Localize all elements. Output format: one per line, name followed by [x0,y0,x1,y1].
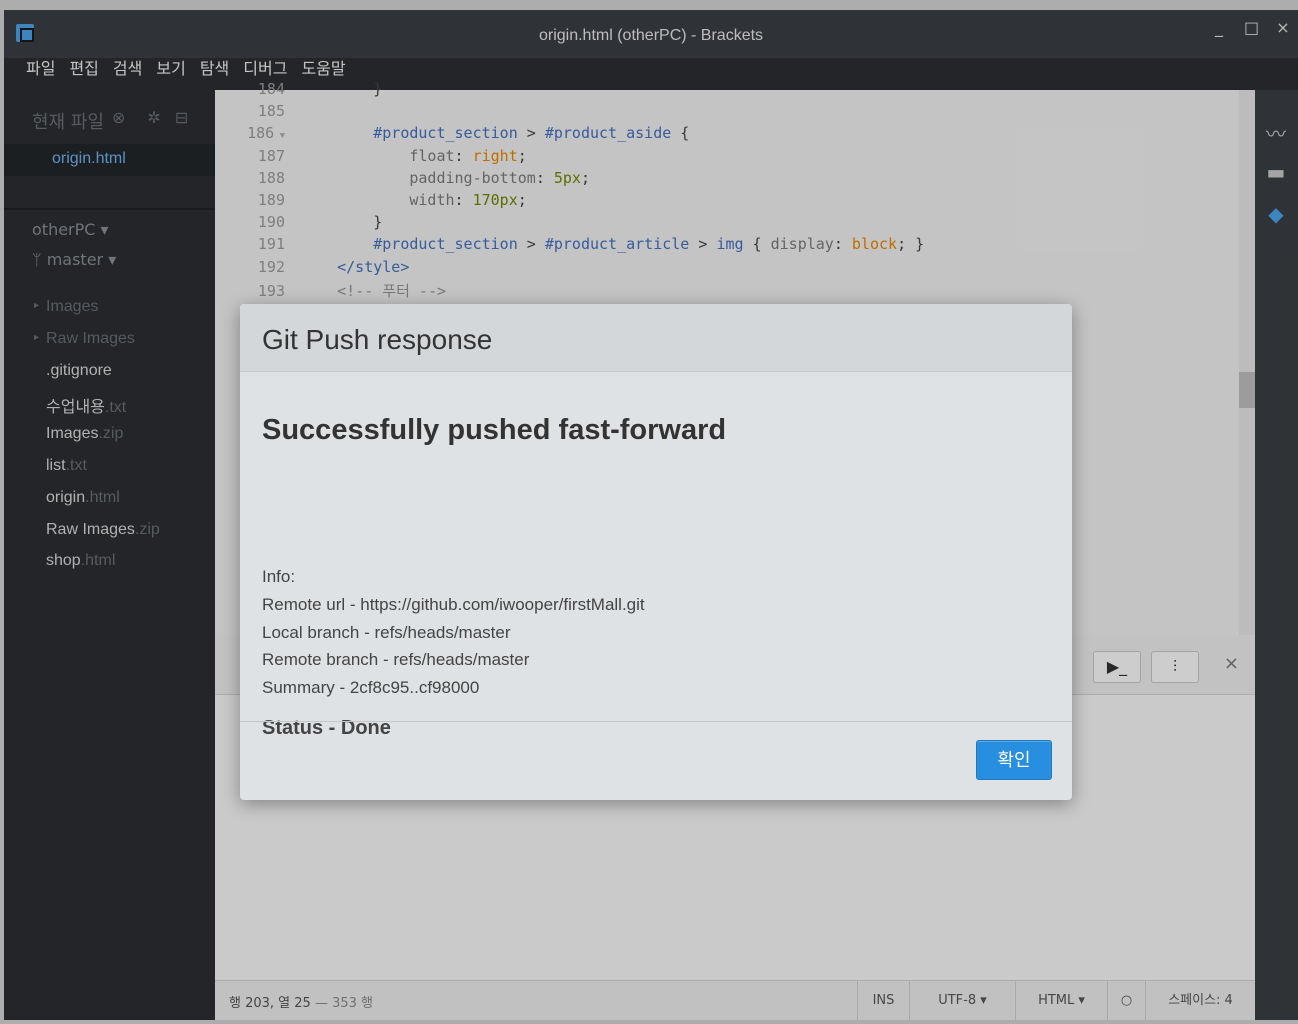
info-label: Info: [262,567,296,586]
dialog-heading: Successfully pushed fast-forward [262,414,727,446]
dialog-title: Git Push response [262,324,493,355]
push-info: Info: Remote url - https://github.com/iw… [262,567,645,706]
remote-branch: Remote branch - refs/heads/master [262,650,530,670]
summary: Summary - 2cf8c95..cf98000 [262,678,480,698]
dialog-footer: 확인 [240,721,1072,800]
git-push-dialog: Git Push response Successfully pushed fa… [240,304,1072,800]
local-branch: Local branch - refs/heads/master [262,622,511,642]
ok-button[interactable]: 확인 [976,740,1052,780]
remote-url: Remote url - https://github.com/iwooper/… [262,594,645,614]
dialog-header: Git Push response [240,304,1072,372]
